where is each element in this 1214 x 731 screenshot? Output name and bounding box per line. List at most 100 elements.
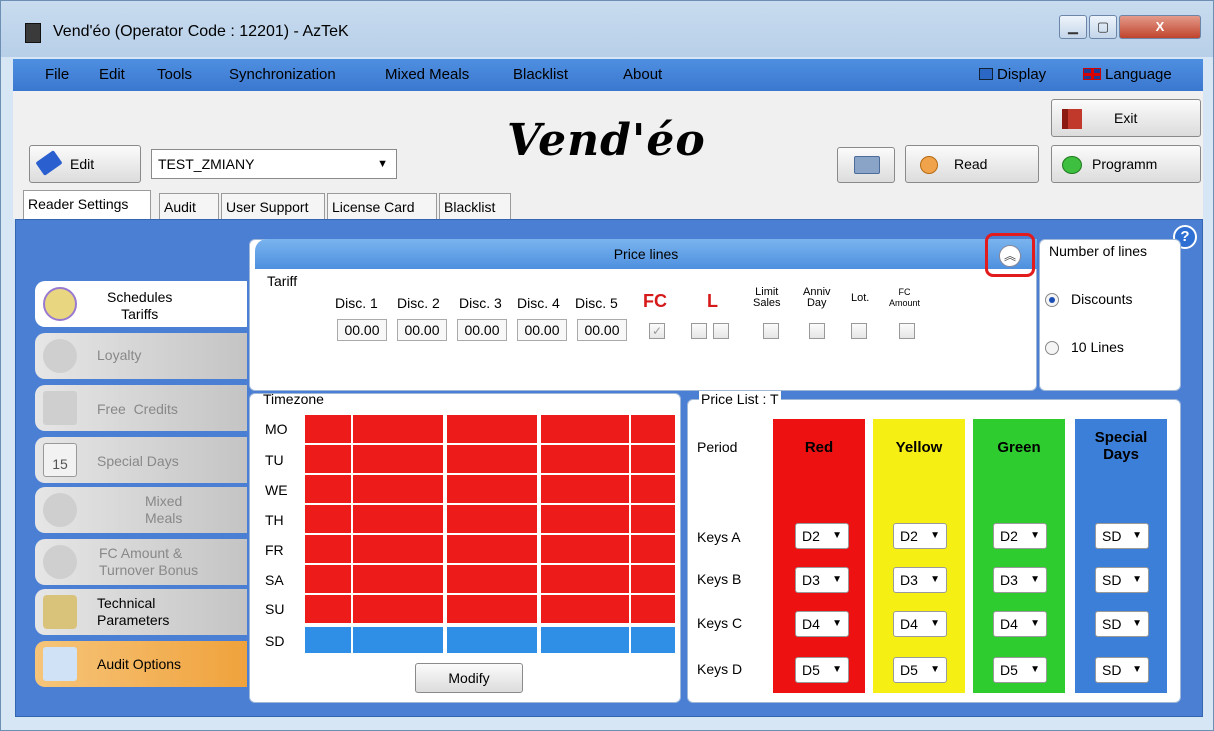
timezone-cell[interactable]: [353, 445, 443, 473]
price-select[interactable]: D5 ▼: [893, 657, 947, 683]
timezone-cell[interactable]: [353, 415, 443, 443]
sidebar-item-free-credits[interactable]: Free Credits: [35, 385, 247, 431]
timezone-cell[interactable]: [305, 627, 351, 653]
price-select[interactable]: D5 ▼: [795, 657, 849, 683]
limit-sales-checkbox[interactable]: [763, 323, 779, 339]
menu-about[interactable]: About: [623, 66, 662, 83]
price-select[interactable]: SD ▼: [1095, 523, 1149, 549]
price-select[interactable]: D4 ▼: [795, 611, 849, 637]
timezone-cell[interactable]: [353, 595, 443, 623]
l-checkbox-2[interactable]: [713, 323, 729, 339]
price-select[interactable]: D3 ▼: [993, 567, 1047, 593]
price-select[interactable]: D4 ▼: [993, 611, 1047, 637]
timezone-cell[interactable]: [305, 535, 351, 563]
timezone-cell[interactable]: [305, 565, 351, 593]
timezone-cell[interactable]: [631, 627, 675, 653]
disc-2-input[interactable]: 00.00: [397, 319, 447, 341]
read-button[interactable]: Read: [905, 145, 1039, 183]
timezone-cell[interactable]: [631, 445, 675, 473]
price-select[interactable]: D2 ▼: [893, 523, 947, 549]
l-checkbox-1[interactable]: [691, 323, 707, 339]
timezone-cell[interactable]: [447, 595, 537, 623]
timezone-cell[interactable]: [353, 565, 443, 593]
timezone-cell[interactable]: [447, 475, 537, 503]
sidebar-item-schedules-tariffs[interactable]: Schedules Tariffs: [35, 281, 247, 327]
exit-button[interactable]: Exit: [1051, 99, 1201, 137]
price-select[interactable]: D2 ▼: [993, 523, 1047, 549]
menu-blacklist[interactable]: Blacklist: [513, 66, 568, 83]
sidebar-item-loyalty[interactable]: Loyalty: [35, 333, 247, 379]
timezone-cell[interactable]: [447, 535, 537, 563]
fc-amount-checkbox[interactable]: [899, 323, 915, 339]
timezone-cell[interactable]: [305, 415, 351, 443]
timezone-cell[interactable]: [447, 505, 537, 533]
disc-4-input[interactable]: 00.00: [517, 319, 567, 341]
print-button[interactable]: [837, 147, 895, 183]
timezone-cell[interactable]: [353, 505, 443, 533]
discounts-radio[interactable]: [1045, 293, 1059, 307]
timezone-cell[interactable]: [631, 595, 675, 623]
sidebar-item-mixed-meals[interactable]: Mixed Meals: [35, 487, 247, 533]
timezone-cell[interactable]: [447, 445, 537, 473]
menu-display[interactable]: Display: [979, 66, 1046, 83]
menu-language[interactable]: Language: [1083, 66, 1172, 83]
timezone-cell[interactable]: [631, 415, 675, 443]
timezone-cell[interactable]: [541, 565, 629, 593]
timezone-cell[interactable]: [353, 535, 443, 563]
price-select[interactable]: D5 ▼: [993, 657, 1047, 683]
timezone-cell[interactable]: [353, 627, 443, 653]
timezone-cell[interactable]: [541, 475, 629, 503]
ten-lines-radio[interactable]: [1045, 341, 1059, 355]
price-select[interactable]: SD ▼: [1095, 611, 1149, 637]
timezone-cell[interactable]: [541, 595, 629, 623]
price-select[interactable]: D4 ▼: [893, 611, 947, 637]
timezone-cell[interactable]: [305, 595, 351, 623]
menu-tools[interactable]: Tools: [157, 66, 192, 83]
timezone-cell[interactable]: [305, 505, 351, 533]
tab-reader-settings[interactable]: Reader Settings: [23, 190, 151, 220]
timezone-cell[interactable]: [541, 535, 629, 563]
sidebar-item-audit-options[interactable]: Audit Options: [35, 641, 247, 687]
menu-edit[interactable]: Edit: [99, 66, 125, 83]
price-select[interactable]: SD ▼: [1095, 657, 1149, 683]
price-select[interactable]: D3 ▼: [795, 567, 849, 593]
program-button[interactable]: Programm: [1051, 145, 1201, 183]
timezone-cell[interactable]: [541, 627, 629, 653]
fc-checkbox[interactable]: ✓: [649, 323, 665, 339]
timezone-cell[interactable]: [353, 475, 443, 503]
timezone-cell[interactable]: [447, 565, 537, 593]
close-button[interactable]: X: [1119, 15, 1201, 39]
menu-mixed-meals[interactable]: Mixed Meals: [385, 66, 469, 83]
collapse-chevron-icon[interactable]: ︽: [999, 245, 1021, 267]
price-select[interactable]: D2 ▼: [795, 523, 849, 549]
timezone-cell[interactable]: [447, 415, 537, 443]
disc-3-input[interactable]: 00.00: [457, 319, 507, 341]
timezone-cell[interactable]: [631, 505, 675, 533]
price-select[interactable]: D3 ▼: [893, 567, 947, 593]
sidebar-item-fc-amount-turnover[interactable]: FC Amount & Turnover Bonus: [35, 539, 247, 585]
maximize-button[interactable]: ▢: [1089, 15, 1117, 39]
anniv-day-checkbox[interactable]: [809, 323, 825, 339]
modify-button[interactable]: Modify: [415, 663, 523, 693]
timezone-cell[interactable]: [541, 415, 629, 443]
timezone-cell[interactable]: [541, 505, 629, 533]
disc-5-input[interactable]: 00.00: [577, 319, 627, 341]
timezone-cell[interactable]: [447, 627, 537, 653]
configuration-dropdown[interactable]: TEST_ZMIANY ▼: [151, 149, 397, 179]
tab-audit[interactable]: Audit: [159, 193, 219, 219]
timezone-cell[interactable]: [305, 445, 351, 473]
sidebar-item-special-days[interactable]: 15 Special Days: [35, 437, 247, 483]
edit-button[interactable]: Edit: [29, 145, 141, 183]
timezone-cell[interactable]: [631, 475, 675, 503]
price-select[interactable]: SD ▼: [1095, 567, 1149, 593]
sidebar-item-technical-parameters[interactable]: Technical Parameters: [35, 589, 247, 635]
tab-blacklist[interactable]: Blacklist: [439, 193, 511, 219]
tab-license-card[interactable]: License Card: [327, 193, 437, 219]
timezone-cell[interactable]: [631, 535, 675, 563]
disc-1-input[interactable]: 00.00: [337, 319, 387, 341]
timezone-cell[interactable]: [631, 565, 675, 593]
lot-checkbox[interactable]: [851, 323, 867, 339]
timezone-cell[interactable]: [305, 475, 351, 503]
timezone-cell[interactable]: [541, 445, 629, 473]
menu-file[interactable]: File: [45, 66, 69, 83]
